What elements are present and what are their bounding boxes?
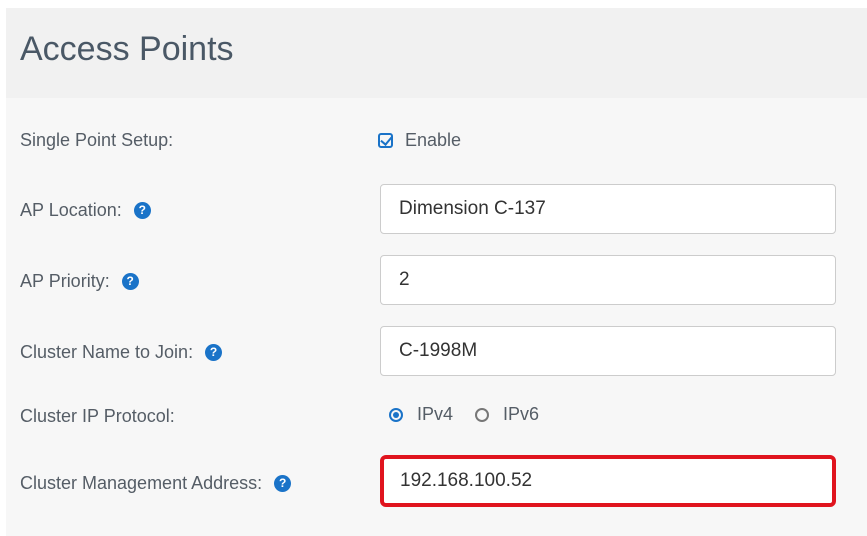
ap-priority-label-text: AP Priority:	[20, 271, 110, 291]
radio-unselected-icon[interactable]	[475, 407, 490, 422]
ipv6-radio-label: IPv6	[503, 404, 540, 424]
cluster-ip-protocol-label-text: Cluster IP Protocol:	[20, 406, 175, 426]
checkbox-checked-icon[interactable]	[378, 133, 393, 148]
cluster-management-address-label-text: Cluster Management Address:	[20, 473, 263, 493]
cluster-management-address-label: Cluster Management Address: ?	[20, 473, 292, 494]
help-icon[interactable]: ?	[205, 344, 223, 361]
ap-priority-label: AP Priority: ?	[20, 271, 139, 292]
ipv6-radio[interactable]: IPv6	[475, 404, 539, 425]
page-header: Access Points	[6, 8, 867, 98]
cluster-name-label-text: Cluster Name to Join:	[20, 342, 194, 362]
ap-priority-input[interactable]	[380, 255, 836, 305]
single-point-setup-label-text: Single Point Setup:	[20, 130, 174, 150]
ap-location-label-text: AP Location:	[20, 200, 122, 220]
access-points-page: Access Points Single Point Setup: Enable…	[0, 0, 867, 536]
ip-protocol-radio-group: IPv4 IPv6	[389, 404, 539, 425]
enable-checkbox[interactable]: Enable	[378, 130, 461, 151]
radio-selected-icon[interactable]	[389, 407, 403, 422]
help-icon[interactable]: ?	[133, 202, 151, 219]
ap-location-input[interactable]	[380, 184, 836, 234]
help-icon[interactable]: ?	[274, 475, 292, 492]
help-icon[interactable]: ?	[121, 273, 139, 290]
ipv4-radio[interactable]: IPv4	[389, 404, 453, 425]
cluster-name-label: Cluster Name to Join: ?	[20, 342, 223, 363]
cluster-name-input[interactable]	[380, 326, 836, 376]
ap-location-label: AP Location: ?	[20, 200, 151, 221]
page-title: Access Points	[20, 30, 234, 68]
ipv4-radio-label: IPv4	[417, 404, 454, 424]
cluster-ip-protocol-label: Cluster IP Protocol:	[20, 406, 175, 427]
cluster-management-address-input[interactable]	[380, 455, 836, 507]
enable-checkbox-label: Enable	[405, 130, 462, 150]
single-point-setup-label: Single Point Setup:	[20, 130, 173, 151]
access-points-form: Single Point Setup: Enable AP Location: …	[6, 98, 867, 536]
